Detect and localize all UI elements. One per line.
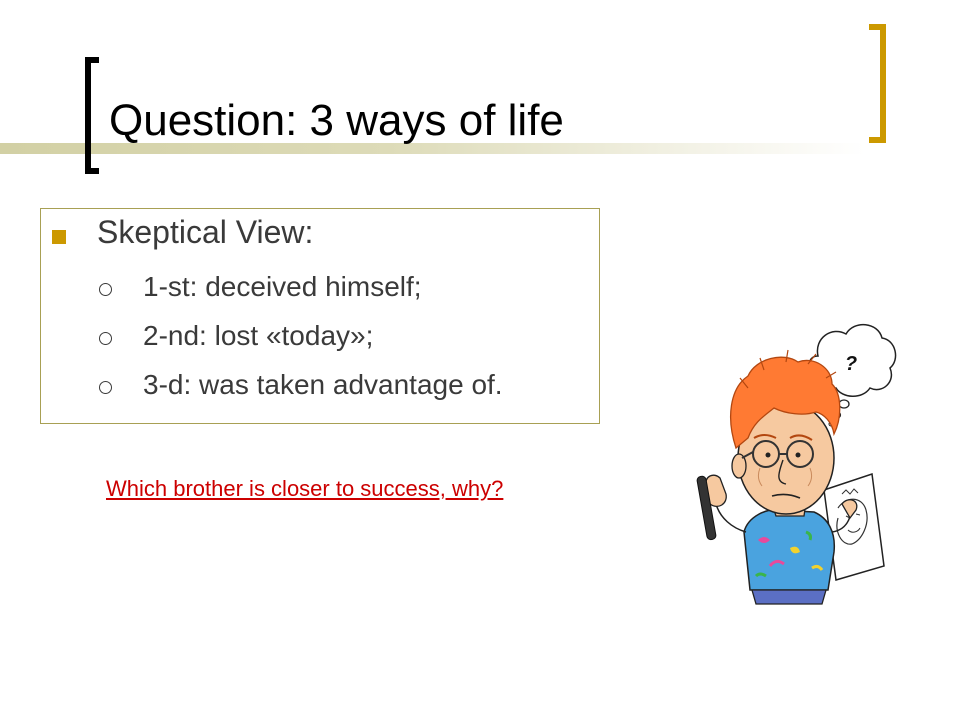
shirt (743, 508, 836, 591)
cartoon-head (730, 349, 841, 515)
right-bracket-decoration (869, 24, 886, 143)
list-item-text: 2-nd: lost «today»; (143, 320, 374, 351)
circle-bullet-icon (99, 381, 112, 394)
sketch-paper (823, 473, 885, 581)
left-bracket-decoration (85, 57, 99, 174)
slide: Question: 3 ways of life Skeptical View:… (0, 0, 960, 720)
circle-bullet-icon (99, 283, 112, 296)
question-link[interactable]: Which brother is closer to success, why? (106, 476, 503, 502)
list-item-text: 3-d: was taken advantage of. (143, 369, 503, 400)
slide-title: Question: 3 ways of life (109, 96, 564, 145)
thought-bubble-text: ? (845, 353, 857, 375)
square-bullet-icon (52, 230, 66, 244)
circle-bullet-icon (99, 332, 112, 345)
bullet-heading: Skeptical View: (97, 214, 314, 250)
thinking-artist-illustration: ? (696, 324, 897, 605)
list-item-text: 1-st: deceived himself; (143, 271, 422, 302)
